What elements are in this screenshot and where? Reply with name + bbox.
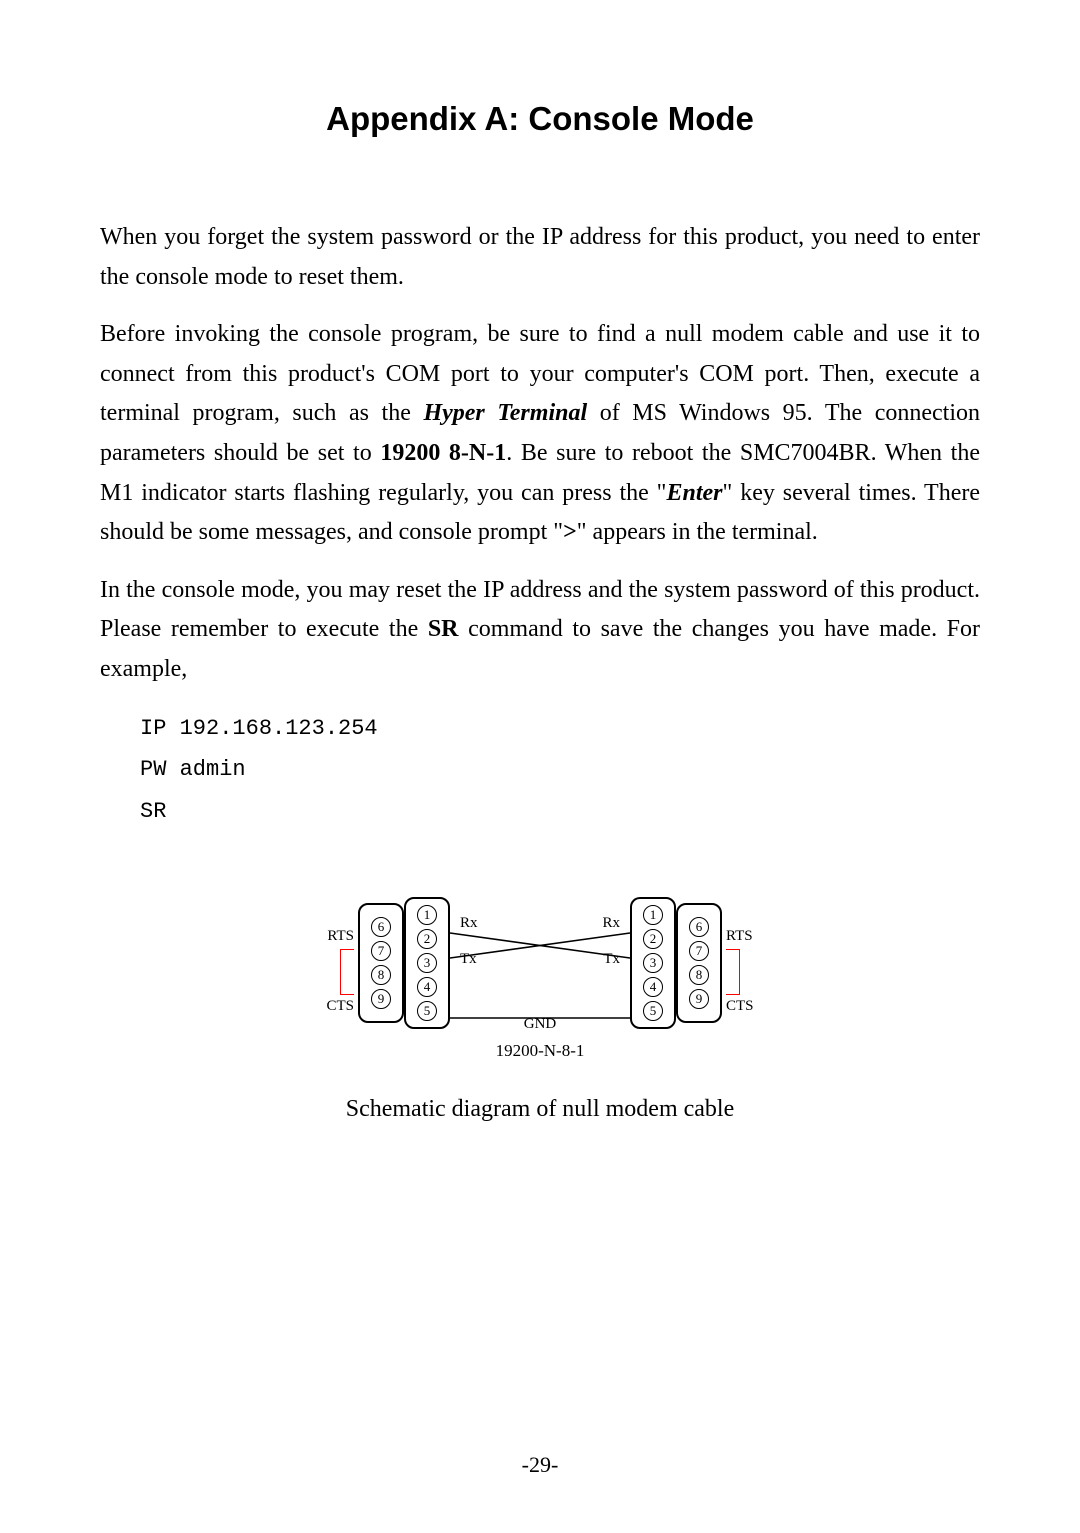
diagram-caption: Schematic diagram of null modem cable (100, 1096, 980, 1123)
pin: 6 (689, 917, 709, 937)
right-bracket (726, 949, 740, 995)
cts-label: CTS (726, 995, 754, 1019)
gnd-label: GND (450, 1016, 630, 1033)
pin: 8 (689, 965, 709, 985)
left-outer-pins: 6 7 8 9 (358, 903, 404, 1023)
prompt-char: > (563, 519, 577, 545)
tx-right-label: Tx (603, 951, 620, 968)
pin: 8 (371, 965, 391, 985)
pin: 5 (643, 1001, 663, 1021)
code-example: IP 192.168.123.254 PW admin SR (140, 708, 980, 833)
setup-paragraph: Before invoking the console program, be … (100, 315, 980, 553)
left-inner-pins: 1 2 3 4 5 (404, 897, 450, 1029)
cts-label: CTS (326, 995, 354, 1019)
rts-label: RTS (726, 925, 753, 949)
left-bracket (340, 949, 354, 995)
baud-setting: 19200 8-N-1 (380, 440, 506, 466)
pin: 3 (417, 953, 437, 973)
rx-right-label: Rx (602, 915, 620, 932)
pin: 9 (689, 989, 709, 1009)
left-connector: 6 7 8 9 1 2 3 4 5 (358, 897, 450, 1029)
code-line: IP 192.168.123.254 (140, 708, 980, 750)
reset-paragraph: In the console mode, you may reset the I… (100, 571, 980, 690)
tx-left-label: Tx (460, 951, 477, 968)
pin: 1 (643, 905, 663, 925)
page-number: -29- (0, 1452, 1080, 1478)
pin: 3 (643, 953, 663, 973)
pin: 4 (643, 977, 663, 997)
right-outer-pins: 6 7 8 9 (676, 903, 722, 1023)
intro-paragraph: When you forget the system password or t… (100, 218, 980, 297)
pin: 7 (689, 941, 709, 961)
pin: 4 (417, 977, 437, 997)
right-inner-pins: 1 2 3 4 5 (630, 897, 676, 1029)
rts-label: RTS (327, 925, 354, 949)
sr-command: SR (428, 616, 459, 642)
code-line: SR (140, 791, 980, 833)
cable-diagram: RTS CTS 6 7 8 9 1 2 3 4 5 (100, 893, 980, 1123)
pin: 2 (643, 929, 663, 949)
page-title: Appendix A: Console Mode (100, 100, 980, 138)
wire-crossover: Rx Rx Tx Tx GND (450, 893, 630, 1033)
right-signal-labels: RTS CTS (726, 907, 754, 1019)
pin: 6 (371, 917, 391, 937)
left-signal-labels: RTS CTS (326, 907, 354, 1019)
right-connector: 1 2 3 4 5 6 7 8 9 (630, 897, 722, 1029)
pin: 5 (417, 1001, 437, 1021)
pin: 9 (371, 989, 391, 1009)
text-segment: " appears in the terminal. (577, 519, 818, 545)
code-line: PW admin (140, 749, 980, 791)
pin: 2 (417, 929, 437, 949)
pin: 7 (371, 941, 391, 961)
rx-left-label: Rx (460, 915, 478, 932)
enter-key-label: Enter (666, 480, 722, 506)
hyper-terminal-label: Hyper Terminal (423, 400, 587, 426)
diagram-setting-label: 19200-N-8-1 (326, 1041, 753, 1061)
pin: 1 (417, 905, 437, 925)
